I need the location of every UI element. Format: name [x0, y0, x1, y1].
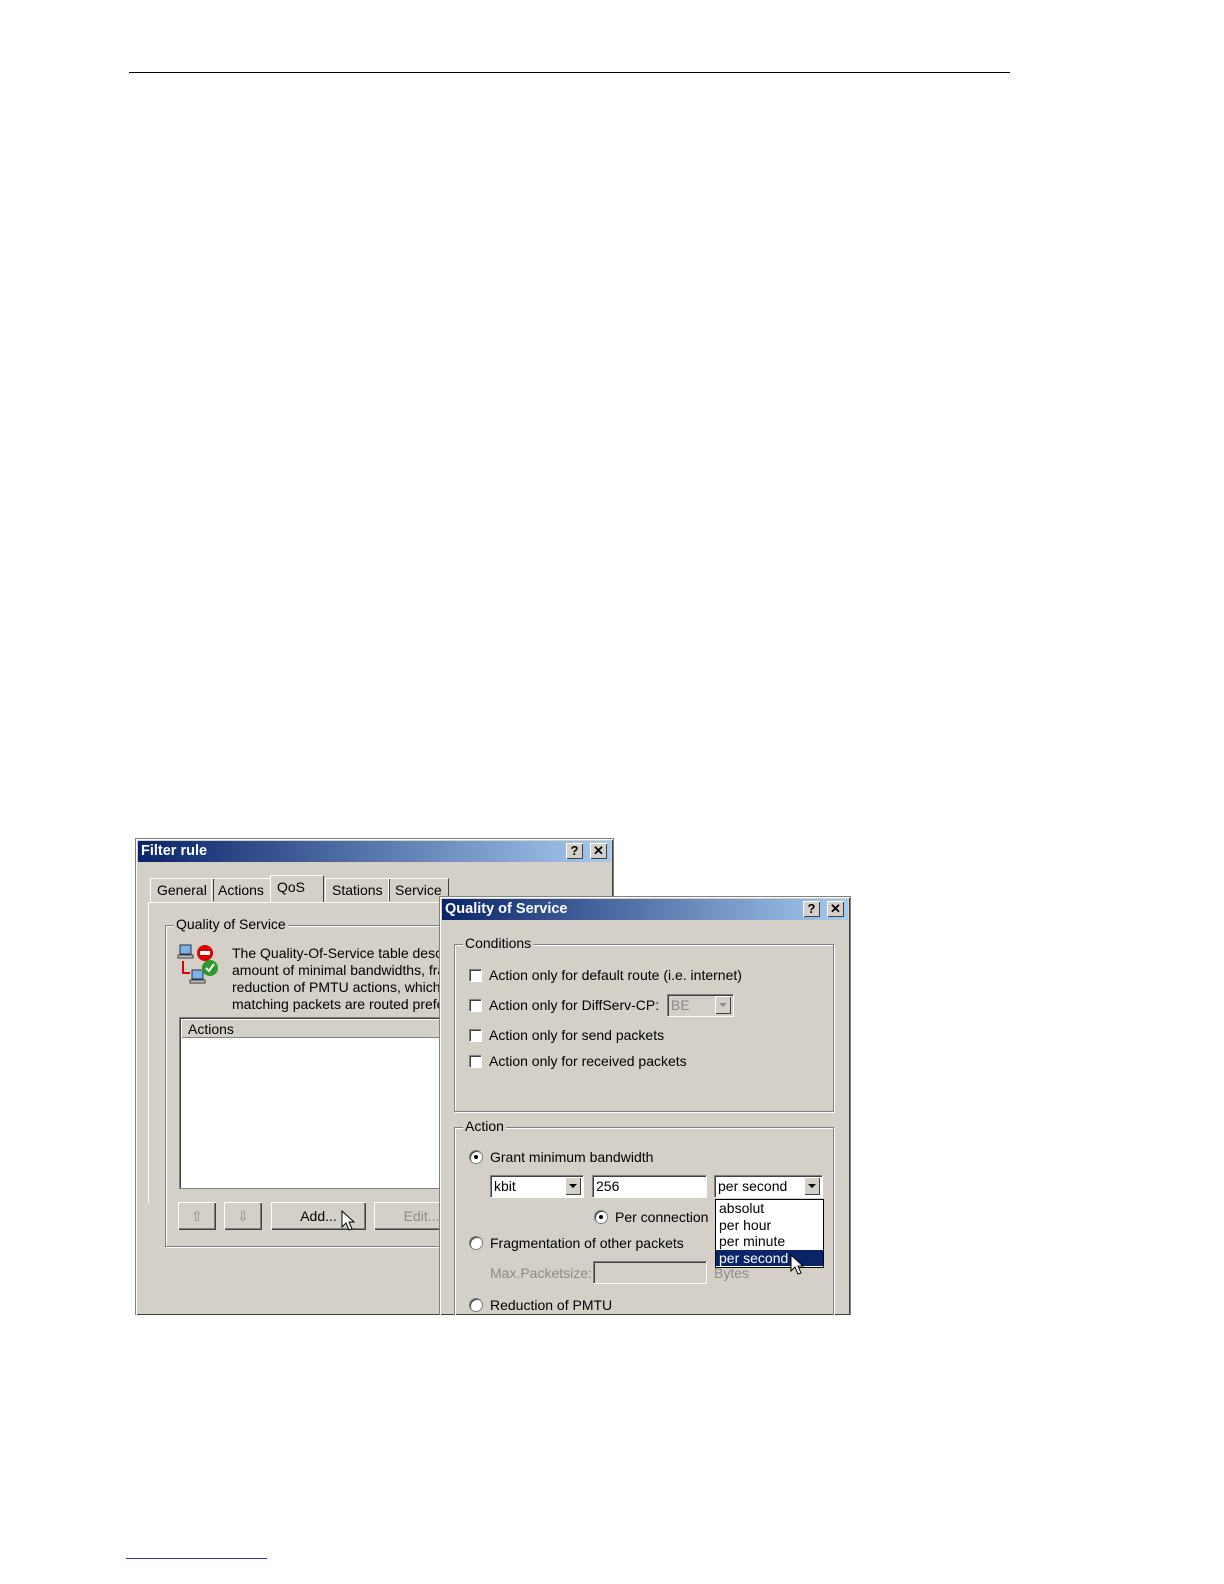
bottom-link-rule — [126, 1558, 267, 1559]
filter-rule-titlebar[interactable]: Filter rule ? ✕ — [138, 841, 611, 862]
rate-option-absolut[interactable]: absolut — [716, 1200, 823, 1217]
max-packetsize-input[interactable] — [593, 1261, 706, 1283]
group-title: Quality of Service — [174, 916, 288, 932]
arrow-up-icon: ⇧ — [191, 1208, 203, 1224]
reduction-pmtu-label: Reduction of PMTU — [490, 1297, 613, 1313]
close-button[interactable]: ✕ — [590, 843, 607, 859]
default-route-checkbox[interactable] — [469, 969, 481, 981]
tab-qos[interactable]: QoS — [270, 875, 324, 902]
mouse-cursor-icon — [790, 1254, 805, 1275]
send-packets-label: Action only for send packets — [489, 1027, 665, 1043]
description-line: reduction of PMTU actions, which — [232, 979, 441, 995]
diffserv-checkbox[interactable] — [469, 999, 481, 1011]
received-packets-label: Action only for received packets — [489, 1053, 687, 1069]
rate-select[interactable]: per second — [714, 1175, 822, 1197]
diffserv-label: Action only for DiffServ-CP: — [489, 997, 660, 1013]
action-title: Action — [463, 1118, 506, 1134]
conditions-title: Conditions — [463, 935, 534, 951]
close-button[interactable]: ✕ — [827, 901, 844, 917]
grant-bandwidth-label: Grant minimum bandwidth — [490, 1149, 654, 1165]
chevron-down-icon[interactable] — [565, 1177, 581, 1195]
actions-list-header[interactable]: Actions — [182, 1020, 450, 1038]
rate-option-per-minute[interactable]: per minute — [716, 1233, 823, 1250]
grant-bandwidth-radio[interactable] — [469, 1150, 483, 1164]
default-route-label: Action only for default route (i.e. inte… — [489, 967, 742, 983]
fragmentation-label: Fragmentation of other packets — [490, 1235, 684, 1251]
chevron-down-icon[interactable] — [804, 1177, 820, 1195]
qos-titlebar[interactable]: Quality of Service ? ✕ — [442, 899, 848, 920]
arrow-down-icon: ⇩ — [237, 1208, 249, 1224]
description-line: matching packets are routed prefe — [232, 996, 442, 1012]
send-packets-checkbox[interactable] — [469, 1029, 481, 1041]
diffserv-value: BE — [671, 997, 690, 1013]
received-packets-checkbox[interactable] — [469, 1055, 481, 1067]
rate-dropdown-list[interactable]: absolut per hour per minute per second — [715, 1199, 824, 1268]
tab-general[interactable]: General — [150, 878, 214, 901]
rate-value: per second — [718, 1178, 788, 1194]
tab-actions[interactable]: Actions — [211, 878, 271, 901]
dialog-title: Quality of Service — [445, 901, 568, 917]
diffserv-select[interactable]: BE — [667, 994, 733, 1016]
chevron-down-icon[interactable] — [715, 996, 731, 1014]
actions-list[interactable]: Actions — [179, 1017, 451, 1189]
rate-option-per-hour[interactable]: per hour — [716, 1217, 823, 1234]
description-line: amount of minimal bandwidths, frag — [232, 962, 442, 978]
window-title: Filter rule — [141, 843, 208, 859]
unit-value: kbit — [494, 1178, 516, 1194]
bandwidth-input[interactable]: 256 — [592, 1175, 706, 1197]
fragmentation-radio[interactable] — [469, 1236, 483, 1250]
reduction-pmtu-radio[interactable] — [469, 1298, 483, 1312]
mouse-cursor-icon — [341, 1210, 356, 1231]
per-connection-radio[interactable] — [594, 1210, 608, 1224]
top-rule — [129, 72, 1010, 73]
per-connection-label: Per connection — [615, 1209, 709, 1225]
qos-description: The Quality-Of-Service table descr amoun… — [232, 945, 442, 1013]
move-up-button[interactable]: ⇧ — [178, 1202, 216, 1230]
max-packetsize-label: Max.Packetsize: — [490, 1265, 592, 1281]
tab-stations[interactable]: Stations — [325, 878, 390, 901]
unit-select[interactable]: kbit — [490, 1175, 583, 1197]
move-down-button[interactable]: ⇩ — [224, 1202, 262, 1230]
help-button[interactable]: ? — [803, 901, 820, 917]
qos-icon — [177, 944, 218, 984]
rate-option-per-second[interactable]: per second — [716, 1249, 823, 1266]
help-button[interactable]: ? — [566, 843, 583, 859]
description-line: The Quality-Of-Service table descr — [232, 945, 442, 961]
